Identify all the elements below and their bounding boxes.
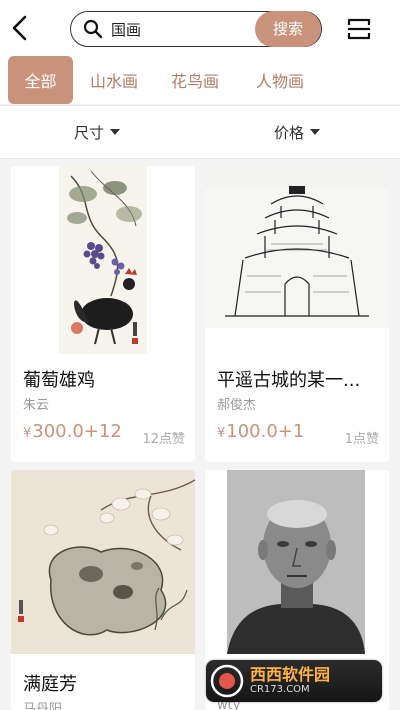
filter-bar: 尺寸 价格 bbox=[0, 105, 400, 159]
artwork-image bbox=[205, 166, 389, 328]
watermark-site: CR173.COM bbox=[250, 684, 310, 695]
size-filter[interactable]: 尺寸 bbox=[74, 106, 121, 158]
price-value: 300.0+12 bbox=[32, 421, 122, 442]
tab-figure[interactable]: 人物画 bbox=[248, 56, 312, 104]
artist-name: 马丹阳 bbox=[23, 702, 63, 710]
artist-name: 朱云 bbox=[23, 398, 50, 413]
price-value: 100.0+1 bbox=[226, 421, 305, 442]
price-filter[interactable]: 价格 bbox=[274, 106, 321, 158]
artwork-card[interactable]: 满庭芳 马丹阳 bbox=[11, 470, 195, 710]
search-button[interactable]: 搜索 bbox=[255, 10, 321, 47]
likes-count: 1点赞 bbox=[344, 432, 379, 447]
artwork-title: 平遥古城的某一... bbox=[217, 370, 361, 391]
artwork-image bbox=[205, 470, 389, 654]
search-input[interactable] bbox=[111, 15, 231, 43]
artwork-image bbox=[11, 470, 195, 654]
artwork-card[interactable]: 葡萄雄鸡 朱云 ¥ 300.0+12 12点赞 bbox=[11, 166, 195, 462]
watermark-brand: 西西软件园 bbox=[250, 665, 331, 684]
artwork-image bbox=[11, 166, 195, 356]
category-tabs: 全部 山水画 花鸟画 人物画 bbox=[0, 56, 400, 104]
artwork-title: 葡萄雄鸡 bbox=[23, 370, 95, 391]
currency-symbol: ¥ bbox=[23, 426, 32, 441]
search-icon bbox=[83, 19, 103, 39]
layout-toggle-button[interactable] bbox=[346, 16, 372, 42]
chevron-down-icon bbox=[110, 129, 121, 135]
artwork-price: ¥ 100.0+1 bbox=[217, 421, 304, 442]
artwork-title: 满庭芳 bbox=[23, 674, 77, 695]
search-box[interactable]: 搜索 bbox=[70, 10, 322, 47]
site-watermark: 西西软件园 CR173.COM bbox=[206, 660, 382, 702]
chevron-down-icon bbox=[310, 129, 321, 135]
back-button[interactable] bbox=[8, 12, 32, 44]
layout-toggle-icon bbox=[347, 18, 371, 40]
artwork-price: ¥ 300.0+12 bbox=[23, 421, 122, 442]
watermark-logo-icon bbox=[210, 664, 244, 698]
back-arrow-icon bbox=[12, 15, 27, 41]
size-filter-label: 尺寸 bbox=[74, 123, 105, 142]
tab-all[interactable]: 全部 bbox=[8, 56, 73, 104]
artist-name: 郝俊杰 bbox=[217, 398, 257, 413]
tab-flower-bird[interactable]: 花鸟画 bbox=[163, 56, 227, 104]
artwork-card[interactable]: 平遥古城的某一... 郝俊杰 ¥ 100.0+1 1点赞 bbox=[205, 166, 389, 462]
price-filter-label: 价格 bbox=[274, 123, 305, 142]
currency-symbol: ¥ bbox=[217, 426, 226, 441]
likes-count: 12点赞 bbox=[142, 432, 185, 447]
tab-landscape[interactable]: 山水画 bbox=[82, 56, 146, 104]
top-bar: 搜索 bbox=[0, 0, 400, 56]
